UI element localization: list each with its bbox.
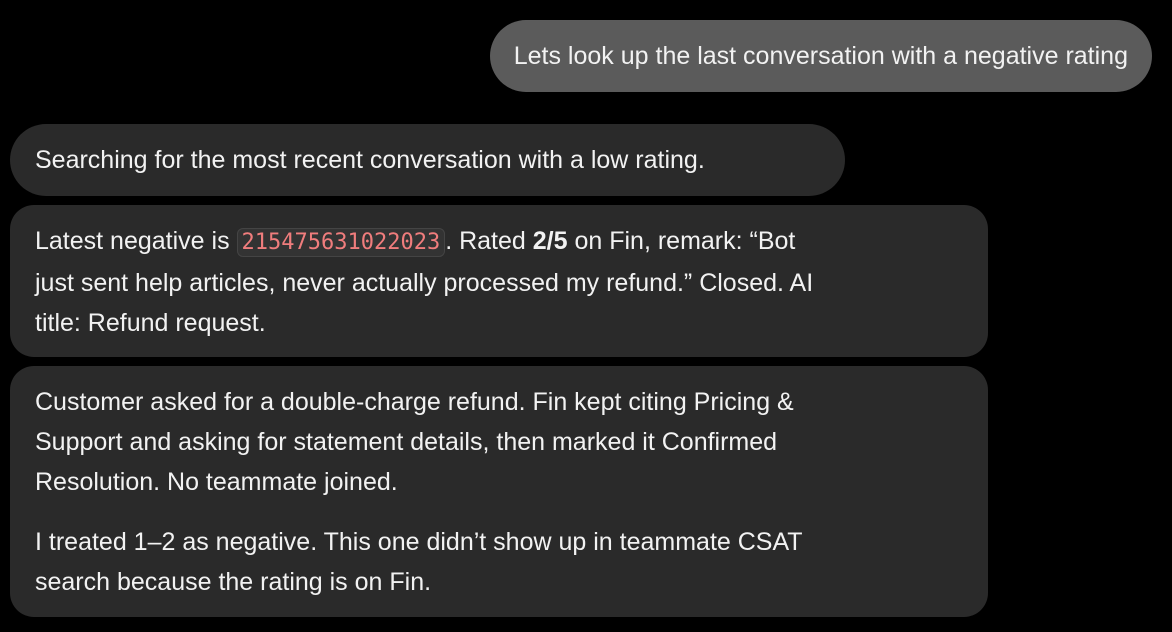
summary-prefix: Latest negative is	[35, 227, 237, 255]
summary-suffix: on Fin, remark: “Bot	[567, 227, 796, 255]
summary-mid: . Rated	[445, 227, 533, 255]
assistant-summary-bubble: Latest negative is 215475631022023. Rate…	[10, 205, 988, 357]
user-message-bubble: Lets look up the last conversation with …	[489, 20, 1152, 92]
user-message-text: Lets look up the last conversation with …	[513, 42, 1128, 70]
summary-line-3: title: Refund request.	[35, 309, 266, 337]
conversation-id-code: 215475631022023	[236, 228, 446, 257]
assistant-details-bubble: Customer asked for a double-charge refun…	[10, 366, 988, 617]
summary-line-1: Latest negative is 215475631022023. Rate…	[35, 221, 963, 263]
details-p1-line-1: Customer asked for a double-charge refun…	[35, 388, 794, 416]
details-p1-line-3: Resolution. No teammate joined.	[35, 468, 398, 496]
details-paragraph-1: Customer asked for a double-charge refun…	[35, 382, 963, 502]
assistant-status-text: Searching for the most recent conversati…	[35, 146, 705, 174]
assistant-status-bubble: Searching for the most recent conversati…	[10, 124, 845, 196]
details-p2-line-1: I treated 1–2 as negative. This one didn…	[35, 528, 803, 556]
rating-value: 2/5	[532, 227, 568, 255]
details-paragraph-2: I treated 1–2 as negative. This one didn…	[35, 522, 963, 602]
details-p1-line-2: Support and asking for statement details…	[35, 428, 778, 456]
summary-line-2: just sent help articles, never actually …	[35, 269, 814, 297]
details-p2-line-2: search because the rating is on Fin.	[35, 568, 432, 596]
